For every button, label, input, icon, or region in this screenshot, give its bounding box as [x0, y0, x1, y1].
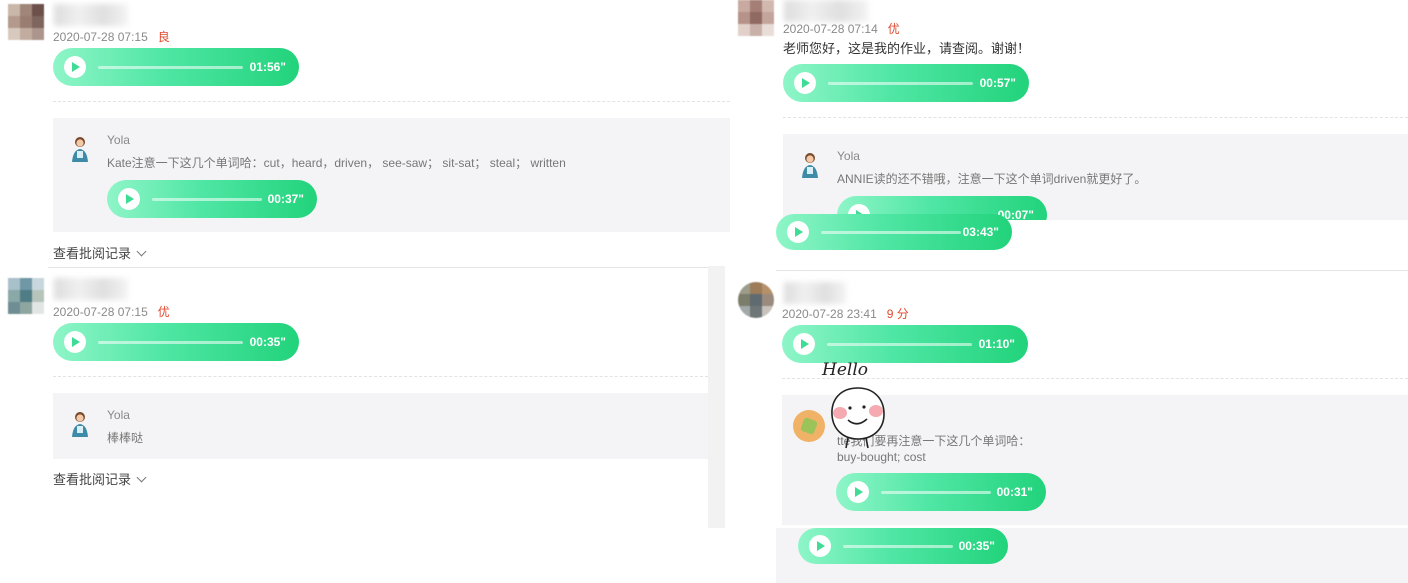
review-comment: 棒棒哒 — [107, 431, 144, 445]
audio-duration: 00:57" — [979, 76, 1016, 90]
user-name-blurred — [784, 0, 868, 22]
post-date: 2020-07-28 07:14 — [783, 22, 878, 36]
post-date: 2020-07-28 23:41 — [782, 307, 877, 321]
play-icon[interactable] — [794, 72, 816, 94]
review-line-2: buy-bought; cost — [837, 450, 926, 464]
avatar[interactable] — [738, 282, 774, 318]
audio-progress-track[interactable] — [98, 66, 243, 69]
play-icon[interactable] — [64, 331, 86, 353]
audio-duration: 00:35" — [958, 539, 995, 553]
audio-progress-track[interactable] — [827, 343, 972, 346]
divider — [782, 378, 1408, 379]
review-comment: Kate注意一下这几个单词哈：cut，heard，driven， see-saw… — [107, 156, 566, 170]
reviewer-name: Yola — [107, 408, 130, 422]
grade-badge: 9 分 — [886, 307, 909, 321]
post-meta: 2020-07-28 07:15 良 — [53, 28, 170, 45]
audio-progress-track[interactable] — [881, 491, 991, 494]
audio-duration: 03:43" — [962, 225, 999, 239]
review-box — [53, 393, 708, 459]
divider — [776, 270, 1408, 271]
view-review-history-link[interactable]: 查看批阅记录 — [53, 243, 147, 262]
teacher-avatar-icon — [802, 153, 818, 178]
history-label: 查看批阅记录 — [53, 472, 132, 487]
chevron-down-icon — [136, 246, 147, 257]
play-icon[interactable] — [64, 56, 86, 78]
user-name-blurred — [54, 4, 128, 26]
grade-badge: 良 — [157, 30, 170, 44]
user-name-blurred — [54, 278, 128, 300]
reviewer-name: Yola — [107, 133, 130, 147]
play-icon[interactable] — [793, 333, 815, 355]
grade-badge: 优 — [887, 22, 900, 36]
grade-badge: 优 — [157, 305, 170, 319]
play-icon[interactable] — [118, 188, 140, 210]
audio-player[interactable]: 03:43" — [776, 214, 1012, 250]
audio-progress-track[interactable] — [98, 341, 243, 344]
teacher-avatar-icon — [72, 412, 88, 437]
post-text: 老师您好，这是我的作业，请查阅。谢谢！ — [783, 41, 1031, 56]
scrollbar[interactable] — [708, 266, 725, 528]
audio-player[interactable]: 00:35" — [53, 323, 299, 361]
review-audio-player[interactable]: 00:37" — [107, 180, 317, 218]
audio-progress-track[interactable] — [828, 82, 973, 85]
post-meta: 2020-07-28 23:41 9 分 — [782, 305, 909, 322]
reviewer-avatar — [793, 410, 825, 442]
post-date: 2020-07-28 07:15 — [53, 305, 148, 319]
divider — [48, 267, 708, 268]
review-audio-player[interactable]: 00:31" — [836, 473, 1046, 511]
play-icon[interactable] — [787, 221, 809, 243]
history-label: 查看批阅记录 — [53, 246, 132, 261]
avatar[interactable] — [8, 4, 44, 40]
review-comment: ANNIE读的还不错哦，注意一下这个单词driven就更好了。 — [837, 172, 1147, 186]
audio-progress-track[interactable] — [152, 198, 262, 201]
audio-player[interactable]: 01:10" — [782, 325, 1028, 363]
audio-duration: 00:31" — [996, 485, 1033, 499]
audio-player[interactable]: 00:57" — [783, 64, 1029, 102]
avatar[interactable] — [8, 278, 44, 314]
audio-progress-track[interactable] — [843, 545, 953, 548]
sticker-hello-text: Hello — [822, 360, 868, 380]
post-date: 2020-07-28 07:15 — [53, 30, 148, 44]
audio-progress-track[interactable] — [821, 231, 961, 234]
divider — [783, 117, 1408, 118]
reviewer-name: Yola — [837, 149, 860, 163]
user-name-blurred — [784, 282, 846, 304]
play-icon[interactable] — [809, 535, 831, 557]
audio-duration: 00:35" — [249, 335, 286, 349]
divider — [53, 101, 730, 102]
hello-sticker-icon — [831, 387, 885, 449]
audio-player[interactable]: 01:56" — [53, 48, 299, 86]
audio-duration: 00:37" — [267, 192, 304, 206]
post-meta: 2020-07-28 07:14 优 — [783, 20, 900, 37]
post-meta: 2020-07-28 07:15 优 — [53, 303, 170, 320]
view-review-history-link[interactable]: 查看批阅记录 — [53, 469, 147, 488]
audio-player[interactable]: 00:35" — [798, 528, 1008, 564]
play-icon[interactable] — [847, 481, 869, 503]
audio-duration: 01:10" — [978, 337, 1015, 351]
audio-duration: 01:56" — [249, 60, 286, 74]
chevron-down-icon — [136, 472, 147, 483]
avatar[interactable] — [738, 0, 774, 36]
divider — [53, 376, 708, 377]
teacher-avatar-icon — [72, 137, 88, 162]
